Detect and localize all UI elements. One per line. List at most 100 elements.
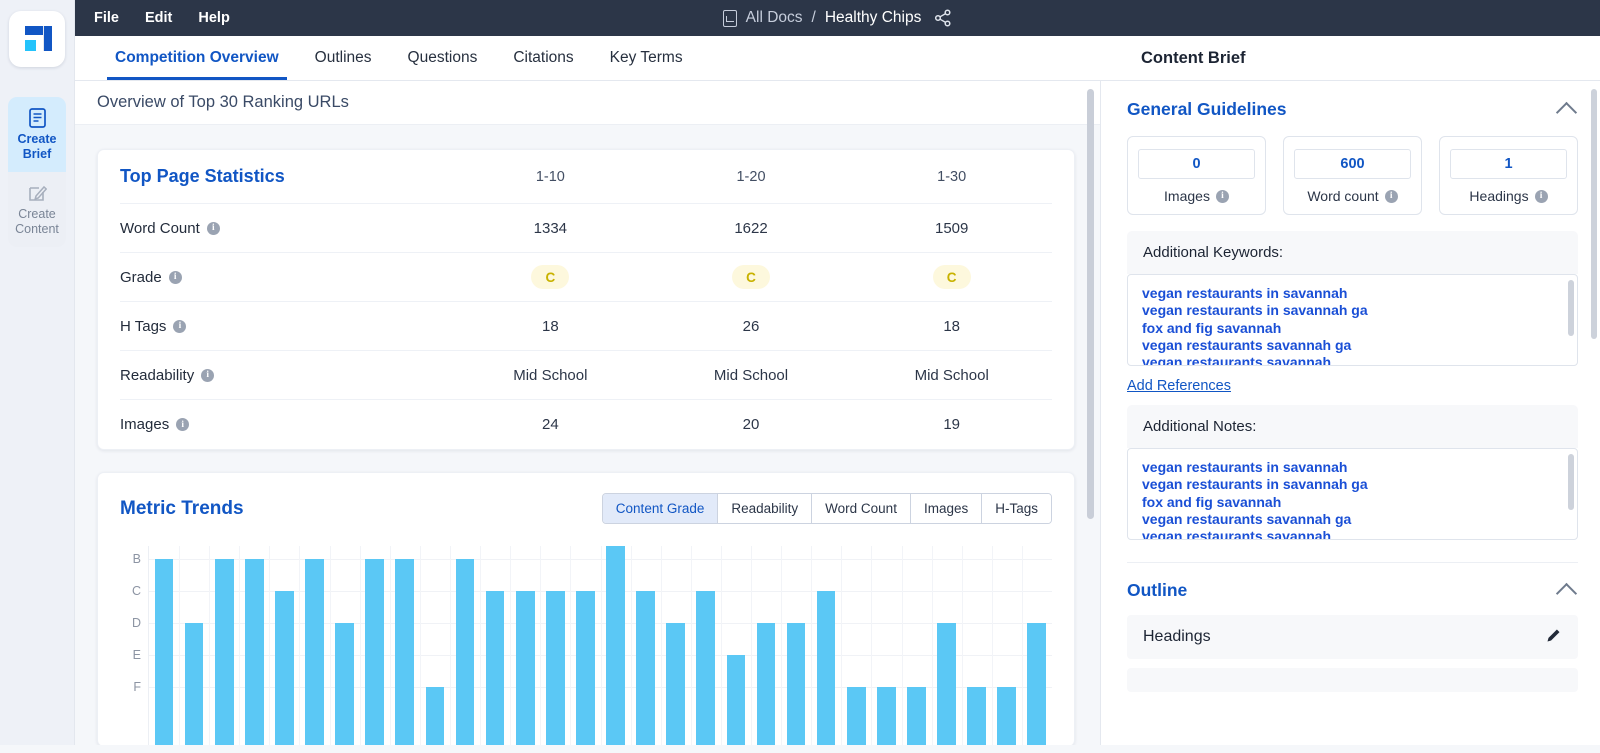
chart-bar[interactable] [576,591,595,746]
chart-bar-slot [931,546,961,746]
center-scrollbar[interactable] [1087,89,1094,519]
rail-item-create-content[interactable]: Create Content [8,172,66,247]
additional-keywords-box[interactable]: vegan restaurants in savannah vegan rest… [1127,274,1578,366]
chart-bar[interactable] [726,655,746,746]
chart-bar[interactable] [937,623,956,746]
note-item[interactable]: vegan restaurants savannah [1142,528,1563,539]
chart-bar[interactable] [907,687,926,746]
additional-notes-box[interactable]: vegan restaurants in savannah vegan rest… [1127,448,1578,540]
cell-value: 18 [541,317,559,335]
tab-key-terms[interactable]: Key Terms [592,36,701,80]
keyword-item[interactable]: vegan restaurants savannah ga [1142,337,1563,354]
breadcrumb-current-doc: Healthy Chips [824,9,922,26]
chart-bar-slot [721,546,751,746]
info-icon[interactable]: i [1384,189,1398,203]
chart-bar[interactable] [846,687,866,746]
chart-bar[interactable] [335,623,354,746]
chart-bar-slot [269,546,299,746]
chart-bar[interactable] [545,591,565,746]
share-icon[interactable] [934,9,952,27]
tab-competition-overview[interactable]: Competition Overview [97,36,297,80]
note-item[interactable]: fox and fig savannah [1142,494,1563,511]
chart-y-tick: E [132,648,141,662]
chevron-up-icon[interactable] [1555,101,1578,123]
chart-bar[interactable] [816,591,836,746]
chart-bar[interactable] [636,591,655,746]
info-icon[interactable]: i [173,319,187,333]
info-icon[interactable]: i [1215,189,1229,203]
chart-bar-slot [992,546,1022,746]
chart-bar[interactable] [515,591,535,746]
chart-bar[interactable] [154,559,174,746]
chart-bar[interactable] [245,559,264,746]
cell-value: Mid School [914,366,989,384]
chevron-up-icon[interactable] [1555,582,1578,604]
chart-bar[interactable] [485,591,505,746]
general-guidelines-header[interactable]: General Guidelines [1127,99,1578,123]
menu-edit[interactable]: Edit [145,10,172,26]
chart-bar[interactable] [756,623,776,746]
segment-word-count[interactable]: Word Count [812,494,911,523]
chart-bar-slot [209,546,239,746]
note-item[interactable]: vegan restaurants in savannah [1142,459,1563,476]
info-icon[interactable]: i [201,368,215,382]
chart-bar[interactable] [395,559,415,746]
info-icon[interactable]: i [1534,189,1548,203]
outline-headings-row[interactable]: Headings [1127,615,1578,659]
chart-bar[interactable] [967,687,986,746]
chart-bar[interactable] [666,623,685,746]
chart-y-axis: B C D E F [120,546,148,746]
segment-h-tags[interactable]: H-Tags [982,494,1051,523]
chart-bar[interactable] [365,559,385,746]
row-label: H Tags [120,317,167,335]
chart-bar[interactable] [786,623,806,746]
info-icon[interactable]: i [206,221,220,235]
tab-label: Questions [407,49,478,66]
keyword-item[interactable]: vegan restaurants in savannah ga [1142,302,1563,319]
menu-file[interactable]: File [94,10,119,26]
breadcrumb-all-docs[interactable]: All Docs [746,9,803,27]
word-count-input[interactable]: 600 [1294,149,1411,179]
chart-bar[interactable] [305,559,324,746]
menu-help[interactable]: Help [198,10,229,26]
keyword-item[interactable]: vegan restaurants savannah [1142,354,1563,365]
cell-value: 24 [541,416,559,433]
chart-bar[interactable] [876,687,896,746]
keyword-item[interactable]: vegan restaurants in savannah [1142,285,1563,302]
tab-outlines[interactable]: Outlines [297,36,390,80]
segment-content-grade[interactable]: Content Grade [602,494,719,523]
chart-bar[interactable] [606,546,625,746]
table-row: Readability i Mid School Mid School Mid S… [120,351,1052,400]
keyword-item[interactable]: fox and fig savannah [1142,320,1563,337]
images-input[interactable]: 0 [1138,149,1255,179]
outline-header[interactable]: Outline [1127,580,1578,604]
chart-bar[interactable] [214,559,234,746]
add-references-link[interactable]: Add References [1127,378,1231,394]
chart-bar[interactable] [455,559,475,746]
segment-images[interactable]: Images [910,494,983,523]
pencil-icon[interactable] [1546,627,1562,647]
chart-bar[interactable] [425,687,445,746]
notes-scrollbar[interactable] [1568,454,1574,510]
guideline-images-box: 0 Images i [1127,136,1266,215]
rail-item-create-brief[interactable]: Create Brief [8,97,66,172]
keywords-scrollbar[interactable] [1568,280,1574,336]
chart-bar[interactable] [184,623,204,746]
headings-input[interactable]: 1 [1450,149,1567,179]
chart-bar[interactable] [997,687,1016,746]
tab-questions[interactable]: Questions [390,36,496,80]
content-brief-scrollbar[interactable] [1591,89,1597,339]
chart-bar-slot [149,546,179,746]
info-icon[interactable]: i [176,418,190,431]
guideline-metrics-row: 0 Images i 600 Word count i 1 Headings i [1127,136,1578,215]
segment-readability[interactable]: Readability [718,494,813,523]
note-item[interactable]: vegan restaurants savannah ga [1142,511,1563,528]
chart-bar-slot [1022,546,1052,746]
chart-bar[interactable] [275,591,294,746]
tab-citations[interactable]: Citations [495,36,591,80]
chart-bar[interactable] [696,591,716,746]
app-logo[interactable] [9,11,65,67]
note-item[interactable]: vegan restaurants in savannah ga [1142,476,1563,493]
chart-bar[interactable] [1027,623,1047,746]
info-icon[interactable]: i [168,270,182,284]
